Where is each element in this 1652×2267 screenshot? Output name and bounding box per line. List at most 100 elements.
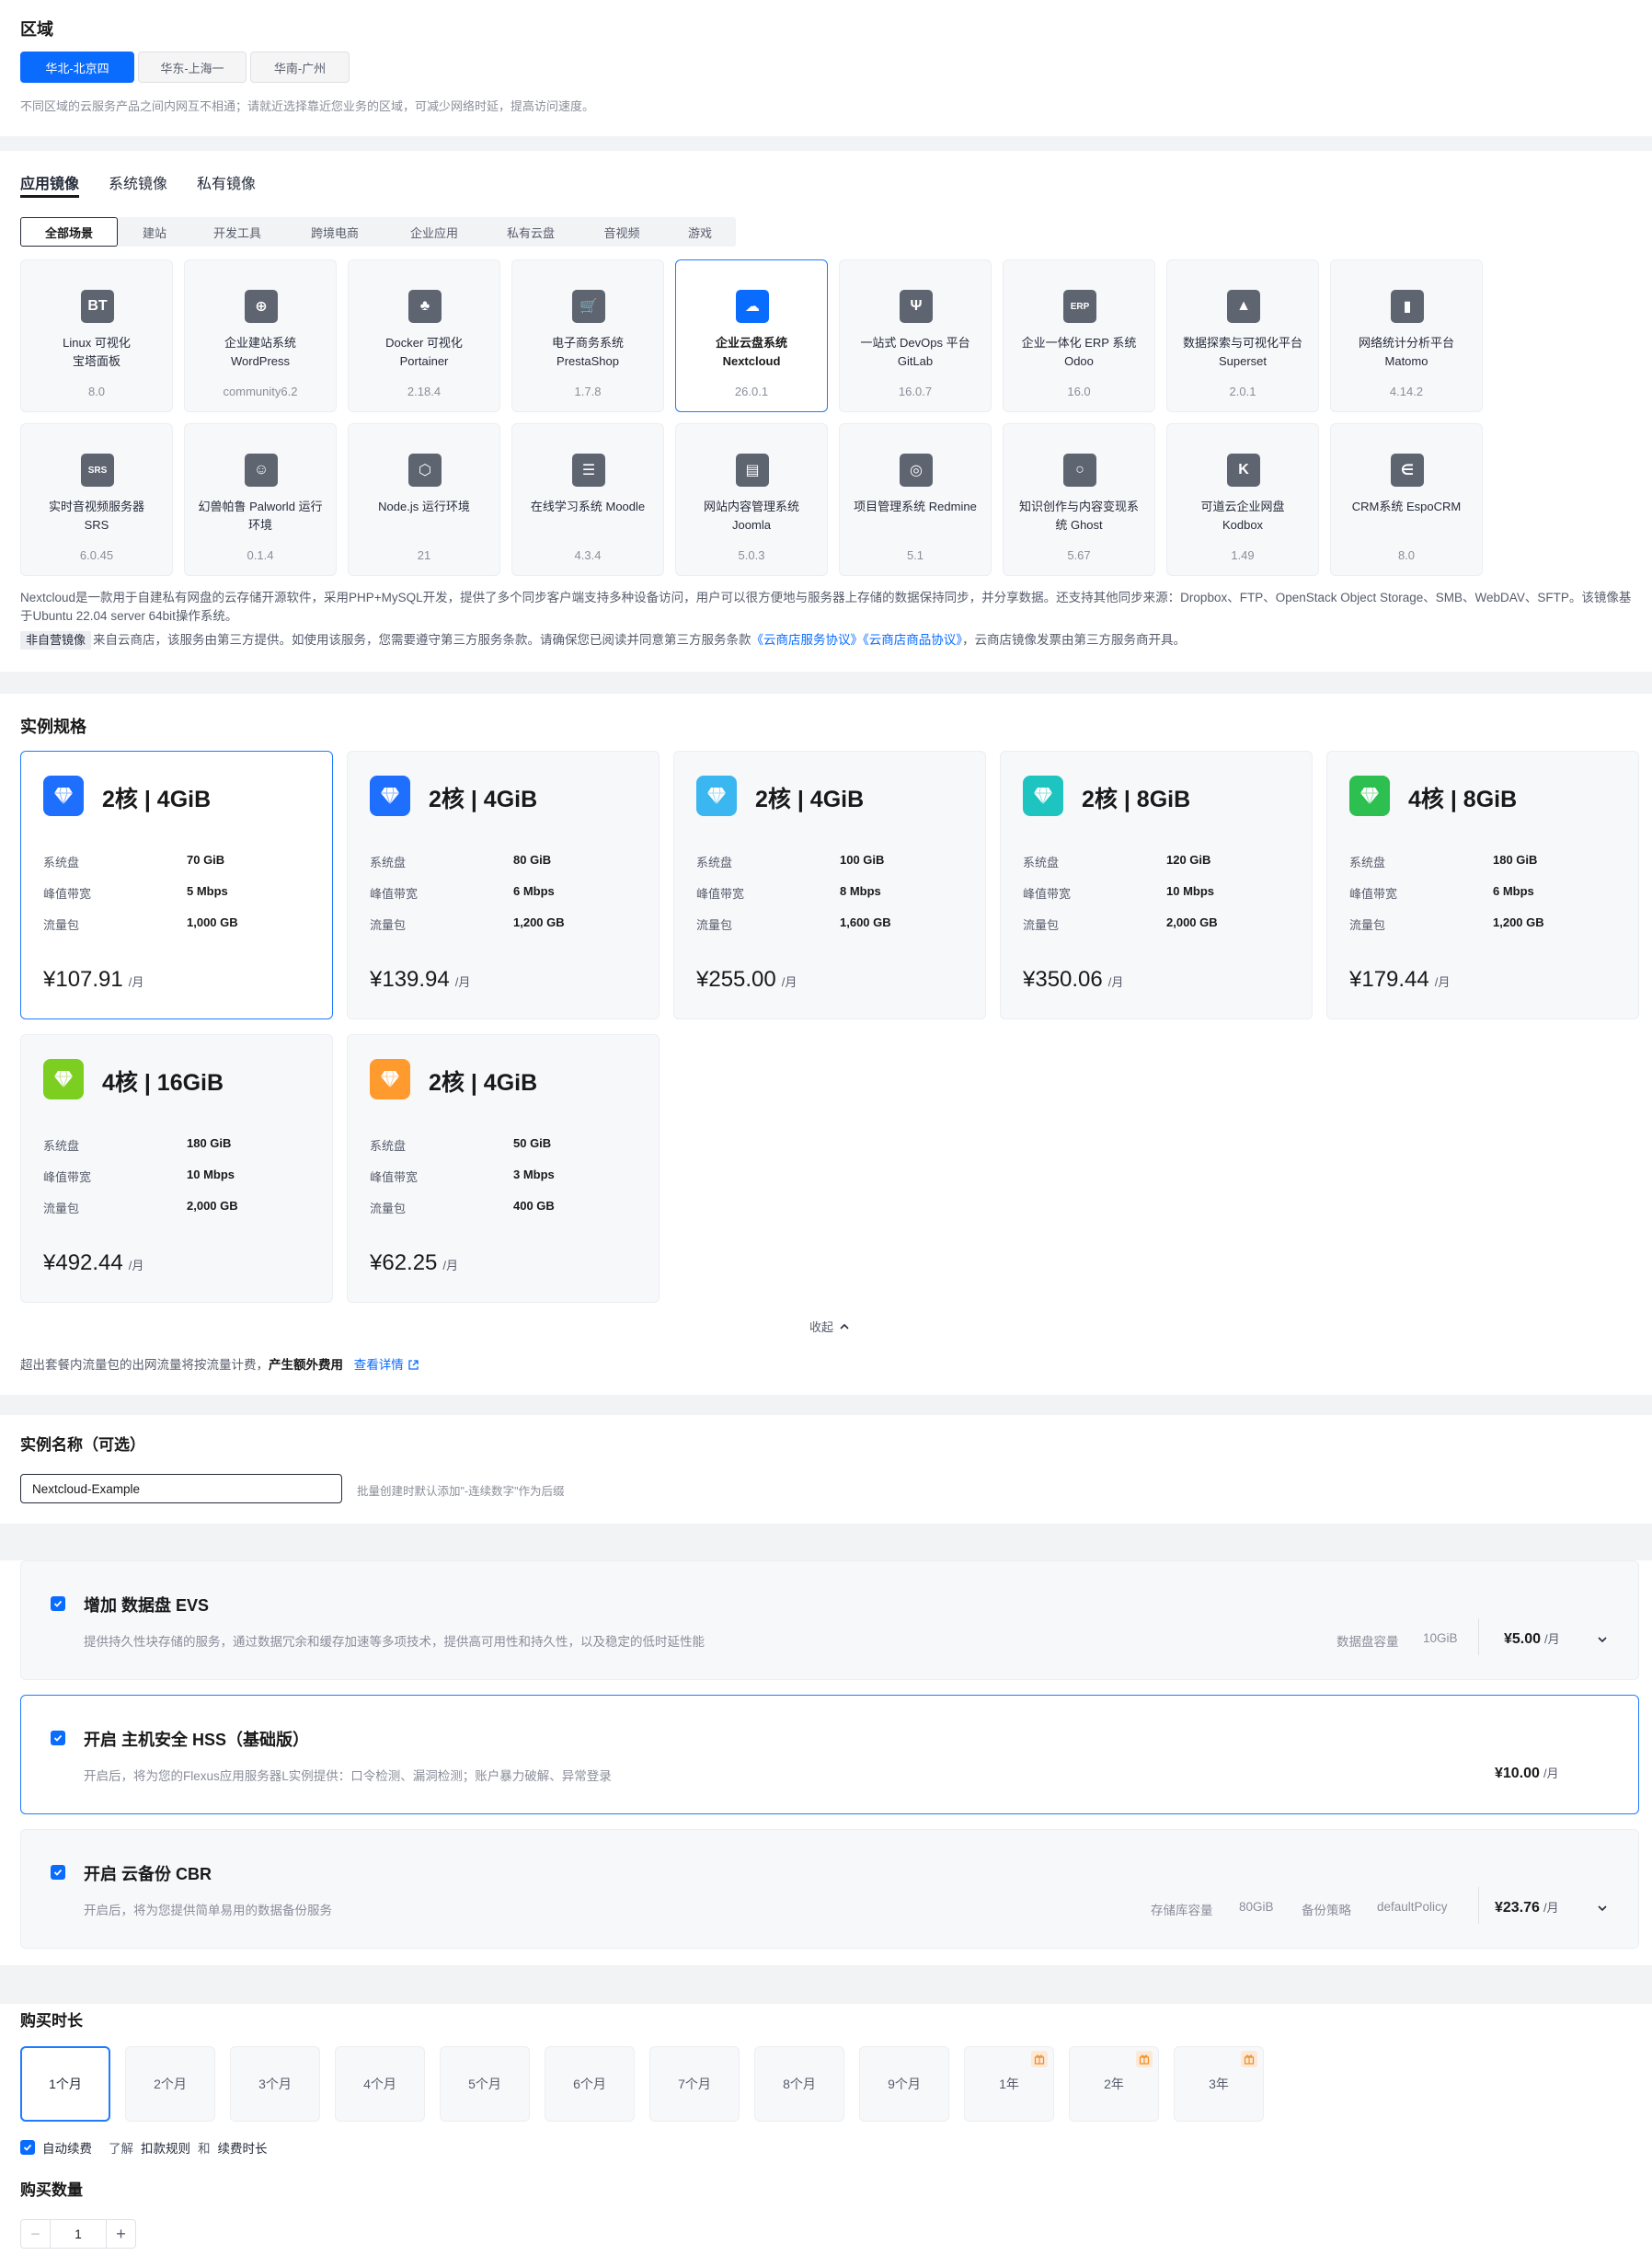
- bandwidth-label: 峰值带宽: [696, 887, 745, 901]
- category-private-cloud[interactable]: 私有云盘: [482, 217, 579, 247]
- image-card[interactable]: ⊕ 企业建站系统 WordPress community6.2: [184, 259, 337, 412]
- image-card[interactable]: SRS 实时音视频服务器 SRS 6.0.45: [20, 423, 173, 576]
- image-card[interactable]: ▤ 网站内容管理系统 Joomla 5.0.3: [675, 423, 828, 576]
- spec-card[interactable]: 2核 | 4GiB 系统盘 80 GiB 峰值带宽 6 Mbps 流量包 1,200 GB ¥…: [347, 751, 660, 1019]
- tab-private-image[interactable]: 私有镜像: [197, 171, 256, 193]
- image-card[interactable]: ERP 企业一体化 ERP 系统 Odoo 16.0: [1003, 259, 1155, 412]
- image-card[interactable]: ☰ 在线学习系统 Moodle 4.3.4: [511, 423, 664, 576]
- category-all[interactable]: 全部场景: [20, 217, 118, 247]
- addon-cbr-checkbox[interactable]: [51, 1865, 65, 1880]
- image-card[interactable]: 🛒 电子商务系统 PrestaShop 1.7.8: [511, 259, 664, 412]
- traffic-label: 流量包: [1349, 918, 1386, 932]
- duration-option[interactable]: 3个月: [230, 2046, 320, 2122]
- chevron-down-icon[interactable]: [1596, 1633, 1609, 1646]
- bandwidth-label: 峰值带宽: [1349, 887, 1398, 901]
- image-card[interactable]: Ψ 一站式 DevOps 平台 GitLab 16.0.7: [839, 259, 992, 412]
- image-card[interactable]: BT Linux 可视化 宝塔面板 8.0: [20, 259, 173, 412]
- duration-option[interactable]: 1年: [964, 2046, 1054, 2122]
- category-enterprise[interactable]: 企业应用: [386, 217, 482, 247]
- duration-option-label: 9个月: [888, 2077, 921, 2091]
- quantity-plus-button[interactable]: +: [106, 2220, 135, 2248]
- duration-option[interactable]: 4个月: [335, 2046, 425, 2122]
- spec-card[interactable]: 4核 | 16GiB 系统盘 180 GiB 峰值带宽 10 Mbps 流量包 2,000 …: [20, 1034, 333, 1303]
- spec-card[interactable]: 2核 | 4GiB 系统盘 50 GiB 峰值带宽 3 Mbps 流量包 400 GB ¥62…: [347, 1034, 660, 1303]
- tab-app-image[interactable]: 应用镜像: [20, 171, 79, 193]
- duration-option[interactable]: 9个月: [859, 2046, 949, 2122]
- and-label: 和: [198, 2142, 211, 2156]
- section-gap: [0, 136, 1652, 151]
- image-card[interactable]: ◎ 项目管理系统 Redmine 5.1: [839, 423, 992, 576]
- addon-evs-checkbox[interactable]: [51, 1596, 65, 1611]
- bandwidth-value: 6 Mbps: [1493, 884, 1534, 898]
- image-card[interactable]: ▮ 网络统计分析平台 Matomo 4.14.2: [1330, 259, 1483, 412]
- duration-option[interactable]: 8个月: [754, 2046, 844, 2122]
- duration-option[interactable]: 5个月: [440, 2046, 530, 2122]
- duration-option[interactable]: 6个月: [545, 2046, 635, 2122]
- image-card-name: CRM系统 EspoCRM: [1337, 498, 1476, 516]
- auto-renew-checkbox[interactable]: [20, 2140, 35, 2155]
- image-card-version: 2.0.1: [1229, 385, 1256, 398]
- instance-name-input[interactable]: Nextcloud-Example: [20, 1474, 342, 1503]
- image-card[interactable]: ☺ 幻兽帕鲁 Palworld 运行 环境 0.1.4: [184, 423, 337, 576]
- bandwidth-value: 6 Mbps: [513, 884, 555, 898]
- image-card-version: 6.0.45: [79, 548, 114, 562]
- region-option-beijing4[interactable]: 华北-北京四: [20, 52, 134, 83]
- category-ecommerce[interactable]: 跨境电商: [283, 217, 386, 247]
- duration-option-label: 5个月: [468, 2077, 501, 2091]
- external-link-icon[interactable]: [407, 1359, 419, 1371]
- bar-chart-icon: ▮: [1391, 290, 1424, 323]
- bandwidth-label: 峰值带宽: [1023, 887, 1072, 901]
- region-option-guangzhou[interactable]: 华南-广州: [250, 52, 350, 83]
- traffic-value: 2,000 GB: [1166, 915, 1218, 929]
- image-card[interactable]: ⬡ Node.js 运行环境 21: [348, 423, 500, 576]
- image-card[interactable]: K 可道云企业网盘 Kodbox 1.49: [1166, 423, 1319, 576]
- image-card[interactable]: ∈ CRM系统 EspoCRM 8.0: [1330, 423, 1483, 576]
- image-card-version: 26.0.1: [734, 385, 769, 398]
- duration-option[interactable]: 1个月: [20, 2046, 110, 2122]
- addon-cbr-capacity-value[interactable]: 80GiB: [1239, 1900, 1274, 1914]
- collapse-button[interactable]: 收起: [809, 1318, 850, 1335]
- check-icon: [53, 1734, 63, 1742]
- image-card-line2: 统 Ghost: [1055, 518, 1103, 532]
- quantity-input[interactable]: 1: [51, 2227, 106, 2241]
- image-card[interactable]: ▲ 数据探索与可视化平台 Superset 2.0.1: [1166, 259, 1319, 412]
- system-disk-label: 系统盘: [43, 1139, 80, 1153]
- spec-card[interactable]: 2核 | 4GiB 系统盘 100 GiB 峰值带宽 8 Mbps 流量包 1,600 GB…: [673, 751, 986, 1019]
- store-product-agreement-link[interactable]: 《云商店商品协议》: [863, 633, 962, 647]
- image-card-name: 可道云企业网盘 Kodbox: [1173, 498, 1313, 535]
- quantity-minus-button[interactable]: −: [21, 2220, 51, 2248]
- region-option-shanghai1[interactable]: 华东-上海一: [138, 52, 247, 83]
- category-games[interactable]: 游戏: [664, 217, 736, 247]
- spec-card[interactable]: 2核 | 8GiB 系统盘 120 GiB 峰值带宽 10 Mbps 流量包 2,000 G…: [1000, 751, 1313, 1019]
- addon-evs: 增加 数据盘 EVS 提供持久性块存储的服务，通过数据冗余和缓存加速等多项技术，…: [20, 1560, 1639, 1680]
- image-card-name: 数据探索与可视化平台 Superset: [1173, 334, 1313, 371]
- store-service-agreement-link[interactable]: 《云商店服务协议》: [751, 633, 864, 647]
- traffic-details-link[interactable]: 查看详情: [354, 1358, 404, 1372]
- addon-cbr-policy-label: 备份策略: [1302, 1904, 1351, 1917]
- spec-card-price: ¥107.91/月: [43, 967, 143, 993]
- category-website[interactable]: 建站: [118, 217, 191, 247]
- image-card[interactable]: ☁ 企业云盘系统 Nextcloud 26.0.1: [675, 259, 828, 412]
- duration-option-label: 2年: [1104, 2077, 1124, 2091]
- image-card[interactable]: ○ 知识创作与内容变现系统 Ghost 5.67: [1003, 423, 1155, 576]
- deduction-rule-link[interactable]: 扣款规则: [141, 2138, 190, 2157]
- check-icon: [53, 1869, 63, 1876]
- spec-card[interactable]: 4核 | 8GiB 系统盘 180 GiB 峰值带宽 6 Mbps 流量包 1,200 GB…: [1326, 751, 1639, 1019]
- duration-option[interactable]: 2年: [1069, 2046, 1159, 2122]
- chevron-down-icon[interactable]: [1596, 1902, 1609, 1915]
- category-av[interactable]: 音视频: [579, 217, 664, 247]
- addon-hss-checkbox[interactable]: [51, 1731, 65, 1745]
- duration-option[interactable]: 3年: [1174, 2046, 1264, 2122]
- category-devtools[interactable]: 开发工具: [191, 217, 283, 247]
- chart-icon: ▲: [1227, 290, 1260, 323]
- duration-option[interactable]: 2个月: [125, 2046, 215, 2122]
- addon-evs-capacity-value[interactable]: 10GiB: [1423, 1631, 1458, 1645]
- renewal-period-link[interactable]: 续费时长: [218, 2138, 268, 2157]
- spec-card[interactable]: 2核 | 4GiB 系统盘 70 GiB 峰值带宽 5 Mbps 流量包 1,000 GB ¥…: [20, 751, 333, 1019]
- active-tab-indicator: [20, 195, 79, 198]
- tab-system-image[interactable]: 系统镜像: [109, 171, 167, 193]
- image-card[interactable]: ♣ Docker 可视化 Portainer 2.18.4: [348, 259, 500, 412]
- image-card-line1: 一站式 DevOps 平台: [860, 336, 970, 350]
- addon-cbr-policy-value[interactable]: defaultPolicy: [1377, 1900, 1448, 1914]
- duration-option[interactable]: 7个月: [649, 2046, 740, 2122]
